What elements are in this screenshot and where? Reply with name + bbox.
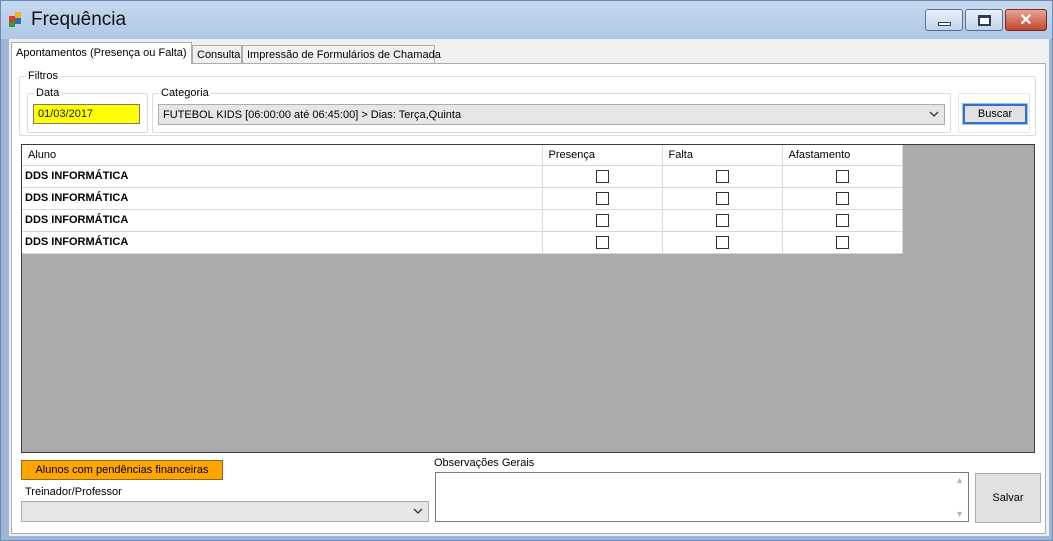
aluno-cell: DDS INFORMÁTICA [22,209,543,232]
categoria-select[interactable]: FUTEBOL KIDS [06:00:00 até 06:45:00] > D… [158,104,945,125]
treinador-label: Treinador/Professor [25,486,122,498]
tab-impressao[interactable]: Impressão de Formulários de Chamada [242,45,441,64]
afastamento-checkbox[interactable] [835,191,849,205]
categoria-group: Categoria FUTEBOL KIDS [06:00:00 até 06:… [152,87,951,133]
table-row[interactable]: DDS INFORMÁTICA [22,209,903,232]
falta-checkbox[interactable] [715,213,729,227]
client-area: Apontamentos (Presença ou Falta) Consult… [9,39,1049,536]
presenca-checkbox[interactable] [595,213,609,227]
column-header-presenca[interactable]: Presença [542,145,663,166]
filtros-group: Filtros Data 01/03/2017 Categoria FUTEBO… [19,70,1036,136]
minimize-icon [937,21,951,26]
buscar-button[interactable]: Buscar [962,103,1028,125]
column-header-falta[interactable]: Falta [662,145,783,166]
categoria-select-value: FUTEBOL KIDS [06:00:00 até 06:45:00] > D… [163,109,462,121]
close-icon: ✕ [1019,12,1033,29]
app-window: Frequência ✕ Apontamentos (Presença ou F… [0,0,1053,541]
falta-checkbox[interactable] [715,235,729,249]
aluno-cell: DDS INFORMÁTICA [22,187,543,210]
data-input[interactable]: 01/03/2017 [33,104,140,124]
table-row[interactable]: DDS INFORMÁTICA [22,187,903,210]
scroll-up-icon[interactable]: ▲ [955,475,964,485]
afastamento-checkbox[interactable] [835,169,849,183]
tab-apontamentos[interactable]: Apontamentos (Presença ou Falta) [11,42,192,64]
observacoes-label: Observações Gerais [434,457,535,469]
alunos-table: Aluno Presença Falta Afastamento DDS INF… [22,145,903,254]
presenca-checkbox[interactable] [595,169,609,183]
categoria-label: Categoria [159,87,211,99]
aluno-cell: DDS INFORMÁTICA [22,165,543,188]
chevron-down-icon [929,111,939,117]
salvar-button[interactable]: Salvar [975,473,1041,523]
tab-consulta[interactable]: Consulta [192,45,242,64]
table-row[interactable]: DDS INFORMÁTICA [22,165,903,188]
table-row[interactable]: DDS INFORMÁTICA [22,231,903,254]
data-group: Data 01/03/2017 [27,87,148,133]
filtros-label: Filtros [26,70,60,82]
data-label: Data [34,87,62,99]
alunos-grid[interactable]: Aluno Presença Falta Afastamento DDS INF… [21,144,1035,453]
falta-checkbox[interactable] [715,169,729,183]
aluno-cell: DDS INFORMÁTICA [22,231,543,254]
afastamento-checkbox[interactable] [835,213,849,227]
falta-checkbox[interactable] [715,191,729,205]
title-bar[interactable]: Frequência ✕ [1,1,1052,39]
column-header-afastamento[interactable]: Afastamento [782,145,903,166]
observacoes-textarea[interactable]: ▲ ▼ [435,472,969,522]
grid-header-row: Aluno Presença Falta Afastamento [22,145,903,166]
close-button[interactable]: ✕ [1005,9,1047,31]
pendencias-financeiras-button[interactable]: Alunos com pendências financeiras [21,460,223,480]
chevron-down-icon [413,508,423,514]
presenca-checkbox[interactable] [595,191,609,205]
tab-page-apontamentos: Filtros Data 01/03/2017 Categoria FUTEBO… [11,63,1046,534]
window-title: Frequência [31,9,127,30]
minimize-button[interactable] [925,9,963,31]
app-icon [9,12,25,28]
treinador-select[interactable] [21,501,429,522]
presenca-checkbox[interactable] [595,235,609,249]
scroll-down-icon[interactable]: ▼ [955,509,964,519]
buscar-container: Buscar [958,93,1030,133]
maximize-icon [977,14,991,26]
column-header-aluno[interactable]: Aluno [22,145,543,166]
maximize-button[interactable] [965,9,1003,31]
afastamento-checkbox[interactable] [835,235,849,249]
